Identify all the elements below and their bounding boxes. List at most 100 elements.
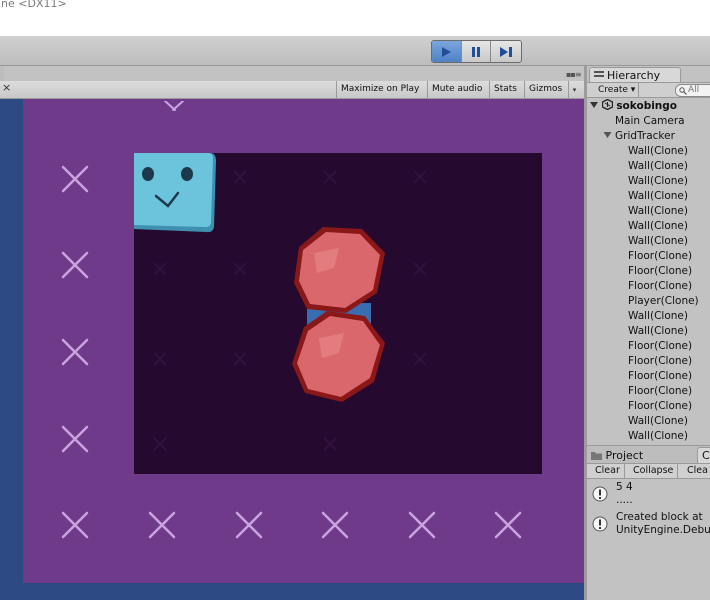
floor-x-mark [235,511,263,539]
hierarchy-item-label: Wall(Clone) [628,220,688,232]
hierarchy-item-label: Floor(Clone) [628,355,693,367]
hierarchy-item[interactable]: Floor(Clone) [587,354,710,369]
hierarchy-item[interactable]: Floor(Clone) [587,384,710,399]
hierarchy-item[interactable]: Wall(Clone) [587,309,710,324]
floor-x-mark [408,511,436,539]
pause-button[interactable] [461,41,492,62]
window-title: ine <DX11> [0,0,67,10]
console-toolbar: Clear Collapse Clea [587,463,710,479]
play-button[interactable] [432,41,462,62]
clear-on-play-button[interactable]: Clea [683,464,710,479]
project-tab-label: Project [605,449,644,462]
play-icon [442,46,452,57]
floor-x-mark [61,425,89,453]
hierarchy-item[interactable]: Wall(Clone) [587,174,710,189]
stats-toggle[interactable]: Stats [489,81,521,99]
scene-name: sokobingo [616,100,678,112]
hierarchy-item-label: Floor(Clone) [628,340,693,352]
expand-arrow-icon[interactable] [603,131,612,139]
hierarchy-item-label: Floor(Clone) [628,250,693,262]
log-message: Created block at [616,511,703,523]
hierarchy-item[interactable]: Floor(Clone) [587,249,710,264]
gizmos-toggle[interactable]: Gizmos [524,81,566,99]
search-icon [679,87,687,95]
pushable-block [292,311,385,402]
hierarchy-item-label: Wall(Clone) [628,160,688,172]
hierarchy-search-input[interactable]: All [675,84,710,97]
list-icon [594,71,604,77]
project-tab[interactable]: Project [591,448,643,464]
floor-x-mark [61,165,89,193]
log-entry[interactable]: Created block at UnityEngine.Debu [587,511,710,541]
hierarchy-item[interactable]: Floor(Clone) [587,279,710,294]
hierarchy-item[interactable]: Floor(Clone) [587,399,710,414]
hierarchy-item-label: Wall(Clone) [628,175,688,187]
hierarchy-tree: sokobingo Main Camera GridTracker Wall(Clo… [587,98,710,445]
expand-arrow-icon[interactable] [590,101,598,109]
create-button[interactable]: Create ▾ [595,83,640,98]
search-value: All [688,85,700,95]
hierarchy-item[interactable]: Player(Clone) [587,294,710,309]
hierarchy-item[interactable]: Wall(Clone) [587,429,710,444]
hierarchy-item[interactable]: Wall(Clone) [587,324,710,339]
info-icon [592,486,608,502]
hierarchy-item[interactable]: Wall(Clone) [587,414,710,429]
log-entry[interactable]: 5 4 ..... [587,481,710,511]
floor-x-mark [148,511,176,539]
floor-x-mark [494,511,522,539]
hierarchy-tab[interactable]: Hierarchy [589,67,681,83]
scene-row[interactable]: sokobingo [587,98,710,114]
maximize-on-play-toggle[interactable]: Maximize on Play [336,81,423,99]
info-icon [592,516,608,532]
console-tab[interactable]: C [697,447,710,464]
console-tab-label: C [702,449,710,462]
mute-audio-toggle[interactable]: Mute audio [427,81,486,99]
collapse-button[interactable]: Collapse [629,464,679,479]
bottom-tab-row: Project C [587,445,710,464]
hierarchy-item[interactable]: Floor(Clone) [587,339,710,354]
hierarchy-item-label: GridTracker [615,130,675,142]
hierarchy-item-label: Floor(Clone) [628,280,693,292]
floor-x-mark [61,511,89,539]
floor-x-mark [61,251,89,279]
hierarchy-item-label: Wall(Clone) [628,415,688,427]
gizmos-dropdown-icon[interactable]: ▾ [568,81,580,99]
unity-scene-icon [601,98,613,111]
pause-icon [472,46,480,57]
hierarchy-item[interactable]: Main Camera [587,114,710,129]
hierarchy-item[interactable]: Wall(Clone) [587,159,710,174]
hierarchy-item[interactable]: Floor(Clone) [587,369,710,384]
window-title-bar: ine <DX11> [0,0,710,36]
player-sprite [134,153,216,233]
hierarchy-toolbar: Create ▾ All [587,83,710,98]
log-message: 5 4 [616,481,633,493]
panel-menu-icon[interactable]: ▪▪≡ [566,70,582,79]
hierarchy-item[interactable]: GridTracker [587,129,710,144]
hierarchy-item[interactable]: Wall(Clone) [587,204,710,219]
floor-x-mark [61,338,89,366]
hierarchy-item-label: Wall(Clone) [628,205,688,217]
clear-button[interactable]: Clear [591,464,625,479]
hierarchy-item-label: Main Camera [615,115,685,127]
hierarchy-tab-label: Hierarchy [607,69,661,82]
close-icon[interactable]: × [2,81,11,94]
hierarchy-item[interactable]: Wall(Clone) [587,144,710,159]
console-log: 5 4 ..... Created block at UnityEngine.D… [587,481,710,541]
hierarchy-item-label: Wall(Clone) [628,145,688,157]
game-viewport[interactable] [0,99,584,600]
log-detail: UnityEngine.Debu [616,524,710,536]
viewport-bottom [0,583,584,600]
hierarchy-item[interactable]: Floor(Clone) [587,264,710,279]
hierarchy-item-label: Floor(Clone) [628,370,693,382]
log-detail: ..... [616,494,633,506]
hierarchy-item[interactable]: Wall(Clone) [587,234,710,249]
hierarchy-item[interactable]: Wall(Clone) [587,189,710,204]
hierarchy-item[interactable]: Wall(Clone) [587,219,710,234]
hierarchy-item-label: Player(Clone) [628,295,699,307]
step-button[interactable] [491,41,521,62]
hierarchy-item-label: Wall(Clone) [628,235,688,247]
unity-editor-window: ine <DX11> × Maximize on Play Mute audio… [0,0,710,600]
hierarchy-item-label: Wall(Clone) [628,430,688,442]
console-panel: Project C Clear Collapse Clea 5 4 ..... … [587,445,710,600]
play-controls [431,40,522,63]
